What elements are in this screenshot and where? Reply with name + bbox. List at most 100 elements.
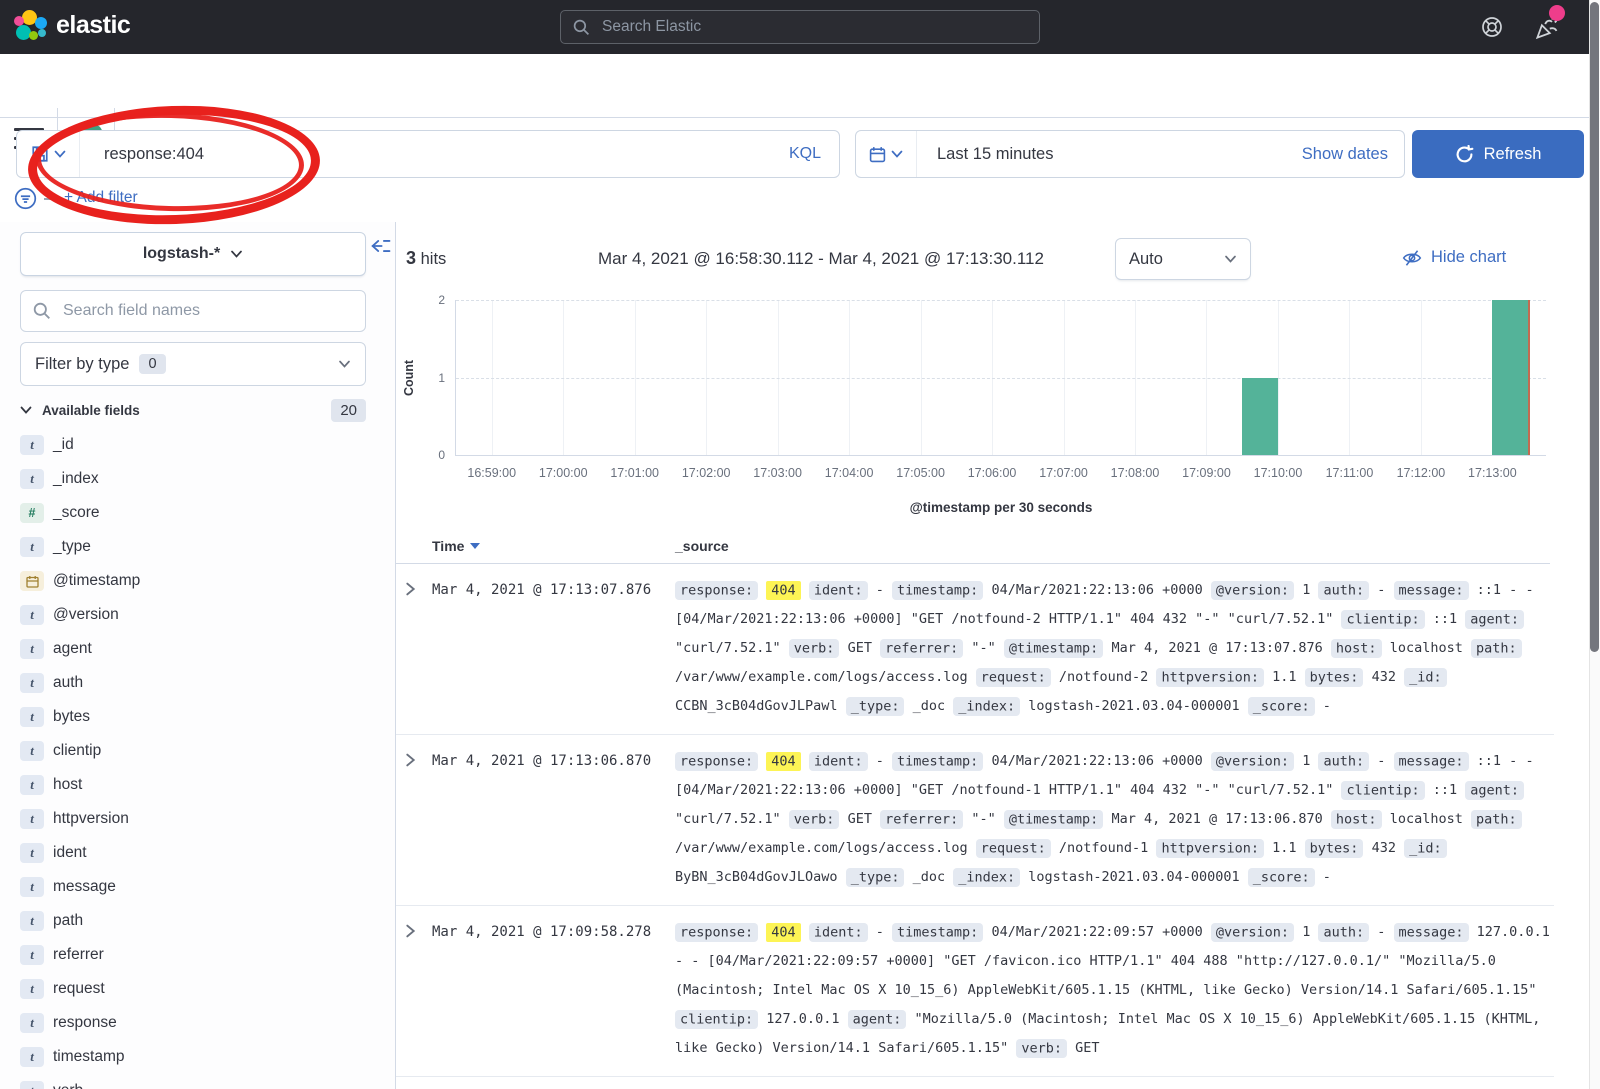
elastic-logo[interactable] (14, 10, 48, 44)
field-badge: clientip: (1341, 610, 1424, 629)
gridline (456, 378, 1546, 379)
field-search[interactable] (20, 290, 366, 332)
field-item-referrer[interactable]: t referrer (20, 938, 366, 972)
refresh-button[interactable]: Refresh (1412, 130, 1584, 178)
field-item-path[interactable]: tpath (20, 904, 366, 938)
field-badge: @version: (1211, 752, 1294, 771)
chevron-down-icon (20, 406, 32, 415)
field-badge: httpversion: (1156, 839, 1264, 858)
hide-chart-button[interactable]: Hide chart (1402, 248, 1506, 267)
field-badge: referrer: (880, 810, 963, 829)
expand-row-icon[interactable] (405, 582, 416, 596)
field-item-@version[interactable]: t@version (20, 598, 366, 632)
fields-count-badge: 20 (331, 399, 366, 422)
available-fields-header[interactable]: Available fields 20 (20, 396, 366, 424)
field-item-timestamp[interactable]: ttimestamp (20, 1040, 366, 1074)
expand-row-icon[interactable] (405, 753, 416, 767)
field-item-_index[interactable]: t_index (20, 462, 366, 496)
field-badge: bytes: (1305, 668, 1364, 687)
query-bar: KQL (16, 130, 840, 178)
field-item-_score[interactable]: #_score (20, 496, 366, 530)
x-tick-label: 17:02:00 (682, 466, 731, 480)
global-search-input[interactable] (600, 17, 1027, 37)
chevron-down-icon (54, 150, 66, 159)
field-item-httpversion[interactable]: thttpversion (20, 802, 366, 836)
text-type-icon: t (20, 979, 44, 999)
time-range-value[interactable]: Last 15 minutes (917, 145, 1053, 164)
field-item-clientip[interactable]: t clientip (20, 734, 366, 768)
text-type-icon: t (20, 1047, 44, 1067)
saved-query-menu-button[interactable] (17, 131, 80, 177)
text-type-icon: t (20, 911, 44, 931)
field-badge: auth: (1318, 752, 1369, 771)
query-language-button[interactable]: KQL (789, 145, 839, 163)
field-badge: request: (976, 668, 1051, 687)
highlighted-value: 404 (766, 923, 800, 942)
global-search[interactable] (560, 10, 1040, 44)
field-name: httpversion (53, 810, 129, 828)
field-name: host (53, 776, 82, 794)
field-badge: message: (1394, 923, 1469, 942)
column-header-time[interactable]: Time (432, 538, 480, 554)
field-item-response[interactable]: tresponse (20, 1006, 366, 1040)
column-header-source: _source (675, 538, 729, 554)
app-navbar: D Discover NewSaveOpenShareInspect (0, 54, 1600, 118)
doc-source: response: 404 ident: - timestamp: 04/Mar… (675, 747, 1551, 892)
field-item-_id[interactable]: t _id (20, 428, 366, 462)
filter-by-type-select[interactable]: Filter by type 0 (20, 342, 366, 386)
expand-row-icon[interactable] (405, 924, 416, 938)
x-tick-label: 17:06:00 (968, 466, 1017, 480)
collapse-sidebar-icon[interactable] (370, 237, 391, 255)
x-tick-label: 17:05:00 (896, 466, 945, 480)
field-item-auth[interactable]: tauth (20, 666, 366, 700)
text-type-icon: t (20, 673, 44, 693)
field-item-verb[interactable]: tverb (20, 1074, 366, 1089)
index-pattern-selector[interactable]: logstash-* (20, 232, 366, 276)
text-type-icon: t (20, 945, 44, 965)
x-tick-label: 17:07:00 (1039, 466, 1088, 480)
scrollbar-thumb[interactable] (1590, 2, 1599, 652)
field-item-@timestamp[interactable]: @timestamp (20, 564, 366, 598)
doc-timestamp: Mar 4, 2021 @ 17:13:07.876 (432, 576, 651, 605)
table-header: Time _source (396, 538, 1554, 563)
field-badge: agent: (848, 1010, 907, 1029)
fields-list: t _id t_index#_scoret_type@timestampt@vers… (20, 428, 366, 1089)
field-item-agent[interactable]: tagent (20, 632, 366, 666)
field-name: _id (53, 436, 74, 454)
field-badge: _type: (846, 868, 905, 887)
date-quick-menu-button[interactable] (856, 131, 917, 177)
field-badge: _id: (1404, 668, 1447, 687)
field-item-host[interactable]: thost (20, 768, 366, 802)
interval-select[interactable]: Auto (1115, 238, 1251, 280)
doc-timestamp: Mar 4, 2021 @ 17:09:58.278 (432, 918, 651, 947)
field-item-ident[interactable]: tident (20, 836, 366, 870)
field-badge: referrer: (880, 639, 963, 658)
filter-menu-icon[interactable] (14, 187, 37, 210)
date-picker: Last 15 minutes Show dates (855, 130, 1405, 178)
chevron-down-icon (891, 150, 903, 159)
field-badge: request: (976, 839, 1051, 858)
field-name: referrer (53, 946, 104, 964)
query-input[interactable] (80, 144, 789, 165)
field-name: response (53, 1014, 117, 1032)
field-name: clientip (53, 742, 101, 760)
field-item-bytes[interactable]: tbytes (20, 700, 366, 734)
show-dates-button[interactable]: Show dates (1302, 145, 1404, 164)
field-search-input[interactable] (61, 301, 353, 321)
field-badge: verb: (1016, 1039, 1067, 1058)
hits-count: 3 hits (406, 248, 446, 269)
add-filter-button[interactable]: + Add filter (64, 189, 138, 207)
field-badge: response: (675, 581, 758, 600)
field-name: ident (53, 844, 87, 862)
histogram-bar (1242, 378, 1278, 456)
text-type-icon: t (20, 435, 44, 455)
text-type-icon: t (20, 741, 44, 761)
field-item-message[interactable]: tmessage (20, 870, 366, 904)
field-badge: host: (1331, 639, 1382, 658)
help-icon[interactable] (1480, 15, 1504, 39)
table-row: Mar 4, 2021 @ 17:13:07.876response: 404 … (396, 564, 1554, 735)
text-type-icon: t (20, 639, 44, 659)
field-item-_type[interactable]: t_type (20, 530, 366, 564)
field-item-request[interactable]: trequest (20, 972, 366, 1006)
field-badge: host: (1331, 810, 1382, 829)
